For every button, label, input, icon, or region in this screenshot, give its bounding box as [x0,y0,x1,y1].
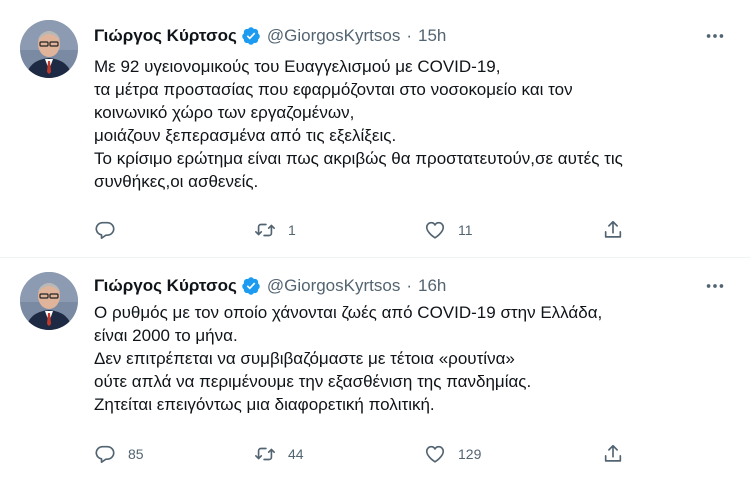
avatar-image [20,20,78,78]
tweet-text-line: Ζητείται επειγόντως μια διαφορετική πολι… [94,395,435,414]
retweet-count: 1 [288,222,296,238]
share-button[interactable] [602,218,624,242]
tweet-header: Γιώργος Κύρτσος @GiorgosKyrtsos · 16h [94,274,446,298]
retweet-button[interactable]: 1 [254,218,296,242]
author-display-name[interactable]: Γιώργος Κύρτσος [94,26,237,46]
verified-badge-icon [241,276,261,296]
separator-dot: · [406,276,412,295]
heart-icon [425,221,445,239]
retweet-button[interactable]: 44 [254,442,304,466]
tweet-text-line: συνθήκες,οι ασθενείς. [94,172,259,191]
tweet-text-line: μοιάζουν ξεπερασμένα από τις εξελίξεις. [94,126,397,145]
more-horizontal-icon [706,284,724,288]
reply-count: 85 [128,446,144,462]
tweet-text-line: Με 92 υγειονομικούς του Ευαγγελισμού με … [94,57,501,76]
separator-dot: · [406,26,412,45]
more-horizontal-icon [706,34,724,38]
reply-button[interactable]: 85 [94,442,144,466]
tweet-text-line: είναι 2000 το μήνα. [94,326,238,345]
reply-icon [95,445,115,463]
tweet[interactable]: Γιώργος Κύρτσος @GiorgosKyrtsos · 16h Ο … [0,258,750,480]
author-display-name[interactable]: Γιώργος Κύρτσος [94,276,237,296]
like-count: 11 [458,222,473,238]
more-options-button[interactable] [700,276,730,296]
reply-icon [95,221,115,239]
share-icon [604,444,622,462]
tweet-text: Με 92 υγειονομικούς του Ευαγγελισμού με … [94,55,720,193]
tweet-text-line: ούτε απλά να περιμένουμε την εξασθένιση … [94,372,532,391]
retweet-icon [255,447,275,461]
tweet-actions: 85 44 129 [94,442,654,466]
avatar[interactable] [20,20,78,78]
avatar-image [20,272,78,330]
like-count: 129 [458,446,482,462]
tweet-feed: Γιώργος Κύρτσος @GiorgosKyrtsos · 15h Με… [0,0,750,480]
verified-badge-icon [241,26,261,46]
tweet-text-line: Δεν επιτρέπεται να συμβιβαζόμαστε με τέτ… [94,349,515,368]
retweet-count: 44 [288,446,304,462]
share-button[interactable] [602,442,624,466]
more-options-button[interactable] [700,26,730,46]
like-button[interactable]: 129 [424,442,481,466]
tweet-actions: 1 11 [94,218,654,242]
share-icon [604,220,622,238]
tweet[interactable]: Γιώργος Κύρτσος @GiorgosKyrtsos · 15h Με… [0,0,750,258]
retweet-icon [255,223,275,237]
tweet-timestamp[interactable]: 16h [418,276,446,296]
tweet-text-line: κοινωνικό χώρο των εργαζομένων, [94,103,355,122]
tweet-text-line: τα μέτρα προστασίας που εφαρμόζονται στο… [94,80,573,99]
tweet-header: Γιώργος Κύρτσος @GiorgosKyrtsos · 15h [94,24,446,48]
author-handle[interactable]: @GiorgosKyrtsos [267,276,400,296]
avatar[interactable] [20,272,78,330]
like-button[interactable]: 11 [424,218,473,242]
tweet-text-line: Ο ρυθμός με τον οποίο χάνονται ζωές από … [94,303,603,322]
tweet-timestamp[interactable]: 15h [418,26,446,46]
tweet-text-line: Το κρίσιμο ερώτημα είναι πως ακριβώς θα … [94,149,623,168]
author-handle[interactable]: @GiorgosKyrtsos [267,26,400,46]
tweet-text: Ο ρυθμός με τον οποίο χάνονται ζωές από … [94,301,720,416]
heart-icon [425,445,445,463]
reply-button[interactable] [94,218,128,242]
